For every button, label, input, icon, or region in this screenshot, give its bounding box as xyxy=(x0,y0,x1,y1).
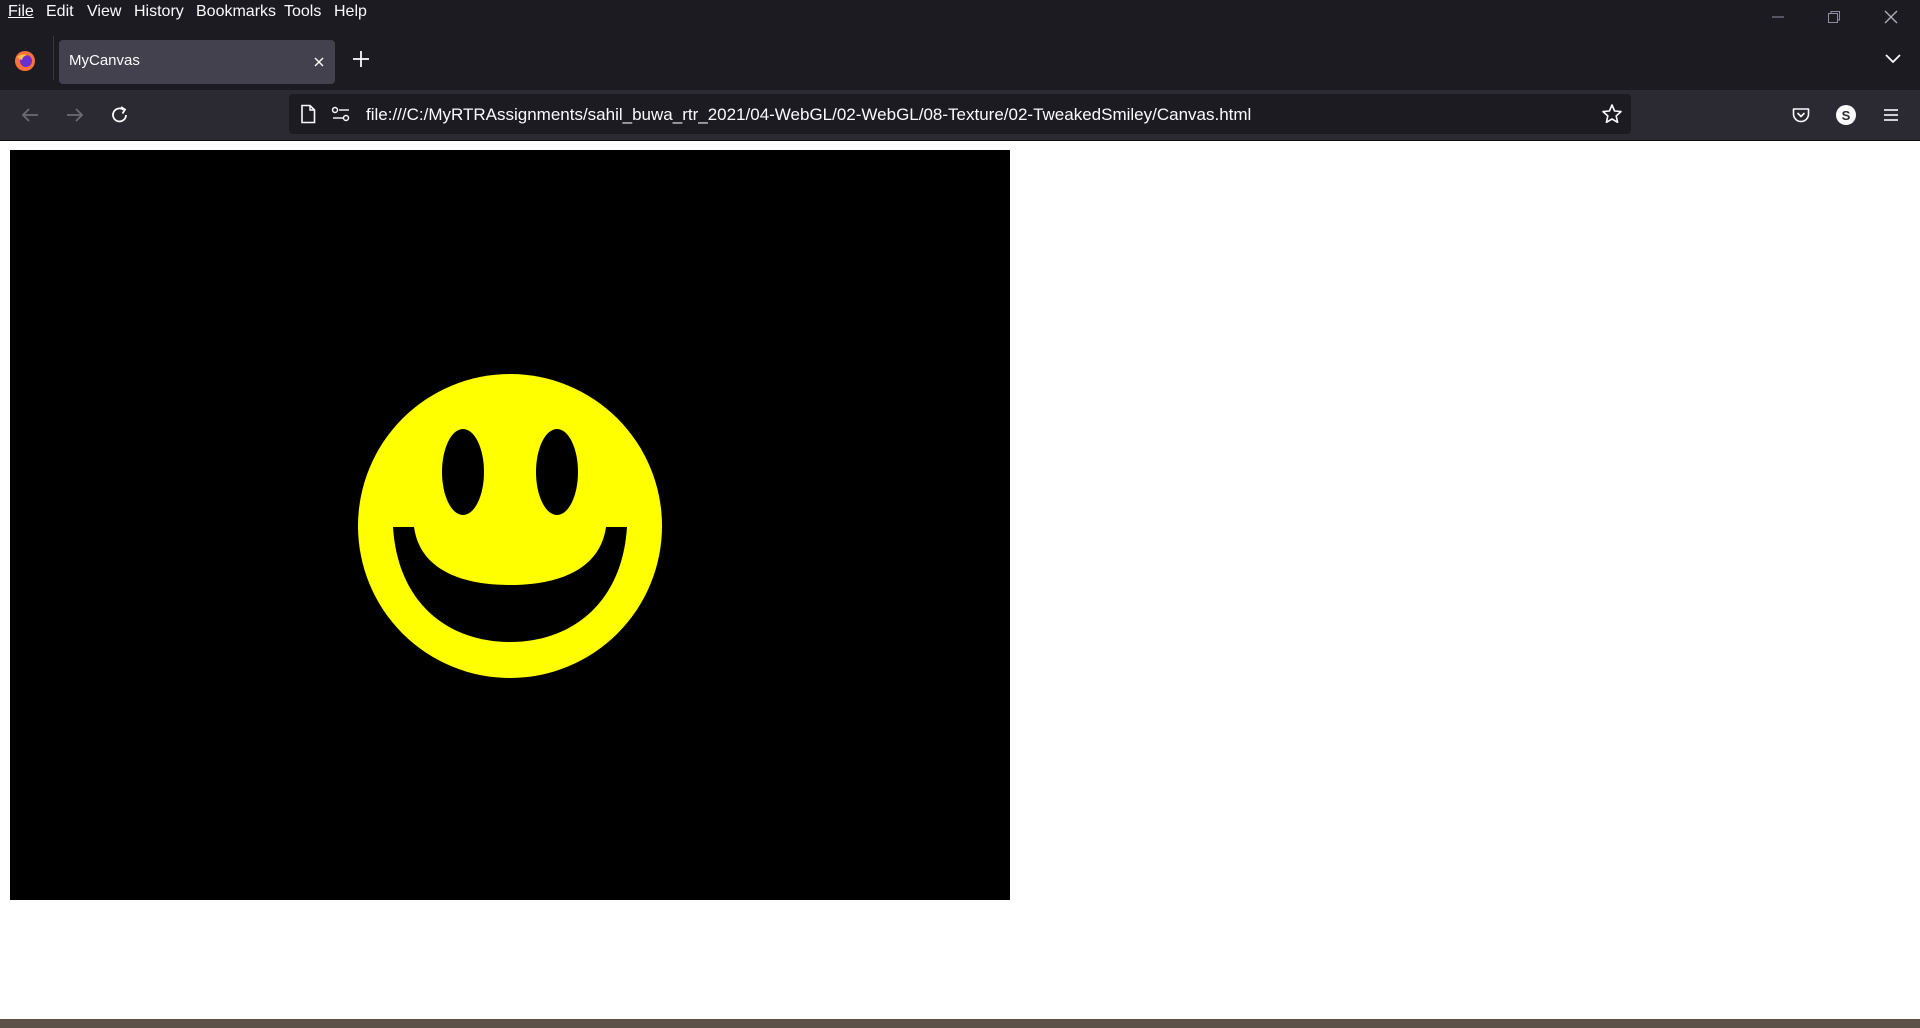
new-tab-button[interactable] xyxy=(350,48,372,70)
hamburger-icon xyxy=(1884,109,1898,121)
tab-strip: MyCanvas xyxy=(0,26,1920,90)
back-button[interactable] xyxy=(16,101,44,129)
tab-title: MyCanvas xyxy=(69,52,140,69)
close-icon xyxy=(314,57,324,67)
account-button[interactable]: S xyxy=(1832,101,1860,129)
forward-arrow-icon xyxy=(67,108,84,122)
plus-icon xyxy=(353,51,369,67)
menu-bar: File Edit View History Bookmarks Tools H… xyxy=(0,0,1920,26)
desktop-strip xyxy=(0,1019,1920,1028)
firefox-icon[interactable] xyxy=(14,50,36,72)
permissions-icon[interactable] xyxy=(331,105,351,123)
tab-divider xyxy=(53,36,54,80)
menu-history[interactable]: History xyxy=(134,2,184,22)
smiley-left-eye xyxy=(442,429,484,515)
reload-button[interactable] xyxy=(106,101,134,129)
list-all-tabs-button[interactable] xyxy=(1882,50,1904,68)
close-tab-button[interactable] xyxy=(311,54,327,70)
avatar: S xyxy=(1836,105,1856,125)
smiley-face-image xyxy=(358,374,662,678)
reload-icon xyxy=(112,106,127,123)
webgl-canvas[interactable] xyxy=(10,150,1010,900)
menu-edit[interactable]: Edit xyxy=(46,2,74,22)
menu-file[interactable]: File xyxy=(8,2,34,22)
forward-button[interactable] xyxy=(61,101,89,129)
menu-help[interactable]: Help xyxy=(334,2,367,22)
menu-view[interactable]: View xyxy=(87,2,121,22)
star-icon xyxy=(1602,104,1622,124)
minimize-icon xyxy=(1772,16,1784,18)
smiley-right-eye xyxy=(536,429,578,515)
page-icon[interactable] xyxy=(299,104,317,124)
app-menu-button[interactable] xyxy=(1877,101,1905,129)
url-bar[interactable]: file:///C:/MyRTRAssignments/sahil_buwa_r… xyxy=(289,94,1631,134)
menu-bookmarks[interactable]: Bookmarks xyxy=(196,2,276,22)
chevron-down-icon xyxy=(1885,54,1901,64)
tab-mycanvas[interactable]: MyCanvas xyxy=(59,40,335,84)
back-arrow-icon xyxy=(21,108,38,122)
page-content xyxy=(0,141,1920,1019)
restore-icon xyxy=(1828,11,1840,23)
avatar-initial: S xyxy=(1841,107,1851,123)
menu-tools[interactable]: Tools xyxy=(284,2,321,22)
url-text[interactable]: file:///C:/MyRTRAssignments/sahil_buwa_r… xyxy=(366,105,1251,125)
pocket-icon xyxy=(1792,108,1810,123)
navigation-toolbar: file:///C:/MyRTRAssignments/sahil_buwa_r… xyxy=(0,90,1920,141)
pocket-button[interactable] xyxy=(1787,101,1815,129)
bookmark-star-button[interactable] xyxy=(1601,103,1623,125)
close-icon xyxy=(1884,10,1898,24)
